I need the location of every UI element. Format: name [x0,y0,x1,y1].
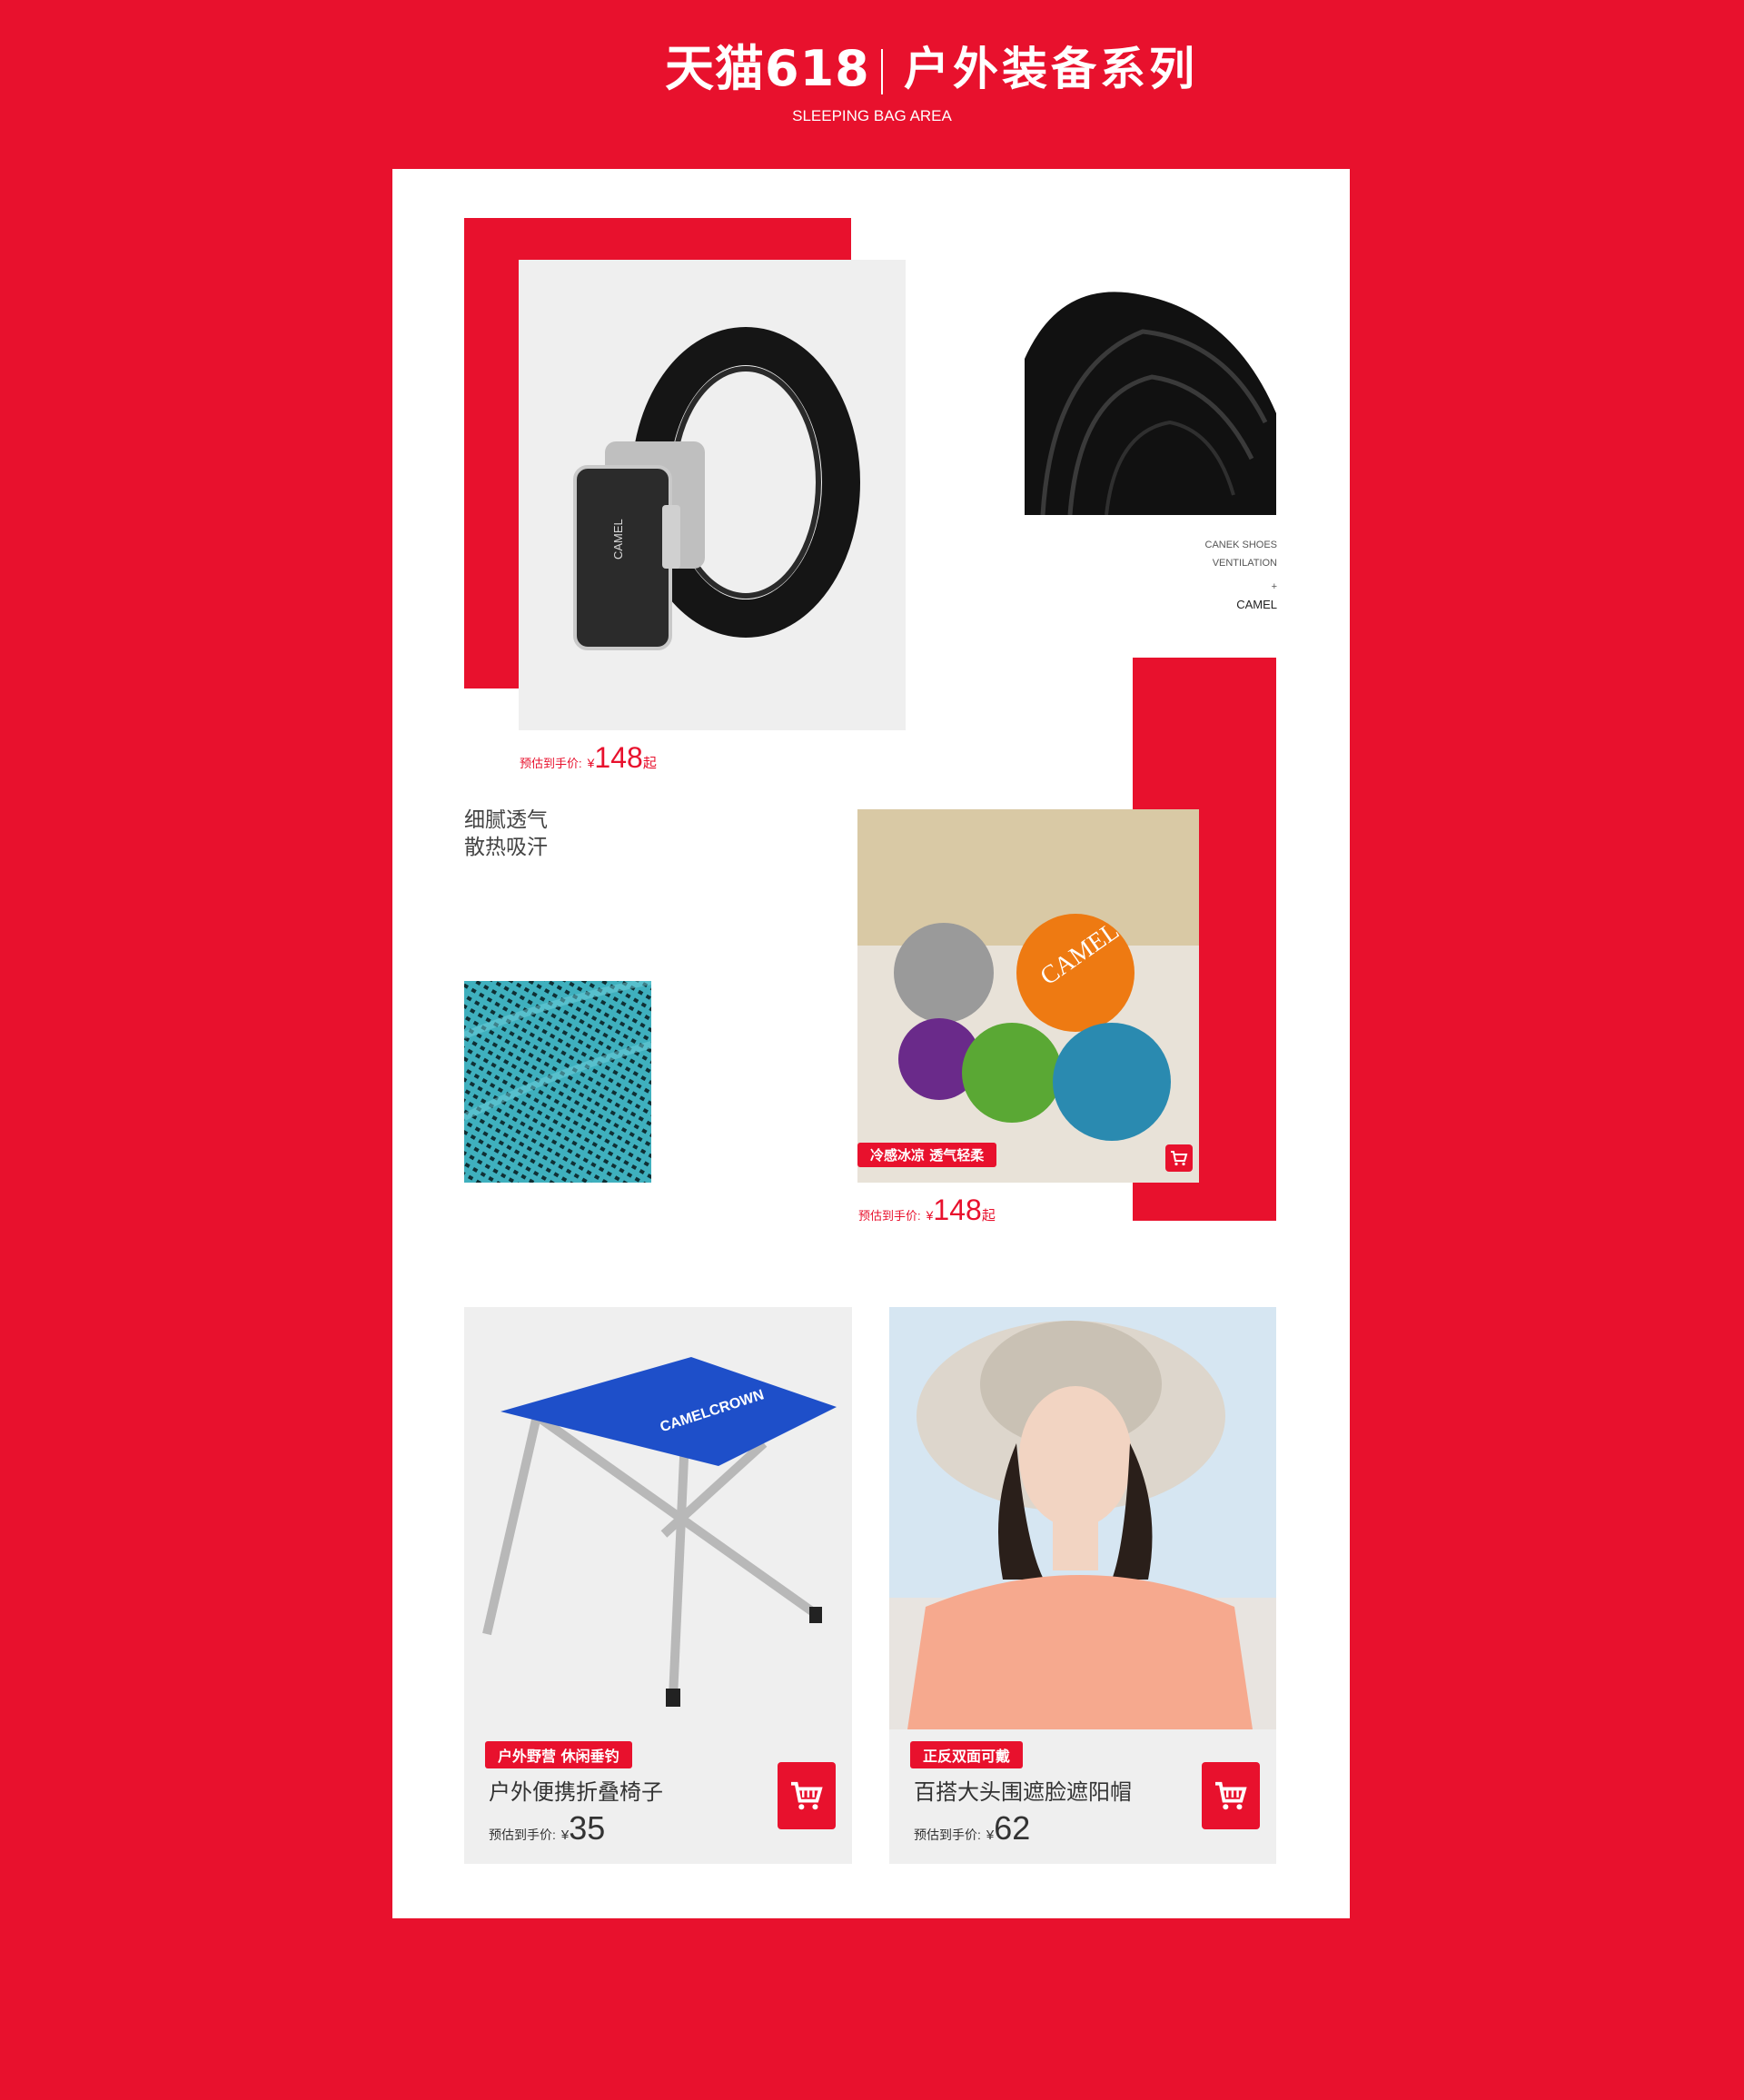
belt-product-image[interactable]: CAMEL [519,260,906,730]
chair-price-label: 预估到手价: [489,1828,556,1842]
hat-product-image[interactable] [889,1307,1276,1729]
belt-detail-image[interactable] [1025,277,1276,515]
header-title: 户外装备系列 [904,43,1198,95]
belt-price: 预估到手价: ¥148起 [520,741,657,775]
belt-detail-caption-line2: VENTILATION [1212,558,1277,569]
folding-chair-icon: CAMELCROWN [464,1307,852,1729]
chair-cart-button[interactable] [778,1762,836,1829]
towel-price: 预估到手价: ¥148起 [858,1194,996,1227]
hat-price: 预估到手价: ¥62 [914,1809,1030,1847]
hat-currency: ¥ [986,1828,995,1843]
towel-price-label: 预估到手价: [858,1209,921,1223]
chair-name: 户外便携折叠椅子 [489,1779,663,1805]
chair-price-value: 35 [569,1809,606,1847]
chair-product-image[interactable]: CAMELCROWN [464,1307,852,1729]
hat-price-label: 预估到手价: [914,1828,981,1842]
belt-price-value: 148 [594,741,643,774]
mesh-fabric-icon [464,981,651,1183]
hat-name: 百搭大头围遮脸遮阳帽 [914,1779,1132,1805]
cart-icon [1215,1781,1247,1810]
feature-text: 细腻透气 散热吸汗 [464,807,548,861]
header-brand: 天猫618 [665,40,870,97]
hat-tag: 正反双面可戴 [910,1741,1024,1768]
chair-currency: ¥ [560,1828,570,1843]
towel-price-suffix: 起 [981,1208,996,1223]
towel-cart-button[interactable] [1165,1144,1193,1172]
feature-line-1: 细腻透气 [464,808,548,832]
leather-detail-icon [1025,277,1276,515]
belt-detail-caption-line1: CANEK SHOES [1204,540,1277,550]
header-divider [881,49,883,94]
mesh-fabric-image [464,981,651,1183]
belt-logo-text: CAMEL [611,519,625,560]
cart-icon [1171,1151,1188,1166]
chair-tag: 户外野营 休闲垂钓 [485,1741,632,1768]
towel-tag: 冷感冰凉 透气轻柔 [857,1143,997,1167]
belt-detail-brand: CAMEL [1236,598,1277,611]
belt-icon: CAMEL [519,260,906,730]
sun-hat-model-icon [889,1307,1276,1729]
towel-product-image[interactable]: CAMEL [857,809,1199,1183]
feature-line-2: 散热吸汗 [464,836,548,859]
belt-detail-caption: CANEK SHOES VENTILATION + CAMEL [1135,536,1277,614]
belt-price-label: 预估到手价: [520,757,582,770]
cart-icon [791,1781,823,1810]
hat-price-value: 62 [994,1809,1031,1847]
header-subtitle: SLEEPING BAG AREA [792,107,952,124]
towels-icon: CAMEL [857,809,1199,1183]
towel-price-value: 148 [933,1194,982,1226]
belt-detail-plus: + [1271,581,1277,592]
hat-cart-button[interactable] [1202,1762,1260,1829]
belt-price-suffix: 起 [642,756,657,771]
chair-price: 预估到手价: ¥35 [489,1809,605,1847]
